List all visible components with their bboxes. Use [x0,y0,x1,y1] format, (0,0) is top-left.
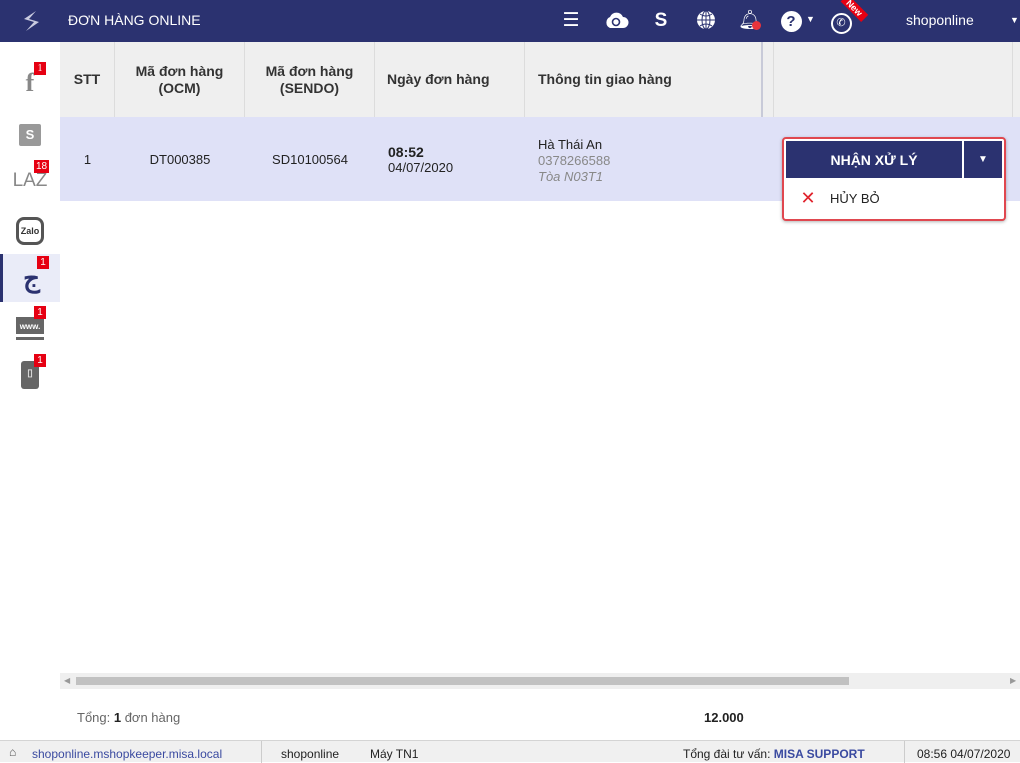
machine-name: Máy TN1 [370,747,419,761]
phone-support-icon[interactable]: ✆ [829,9,853,34]
column-header-sendo: Mã đơn hàng (SENDO) [245,42,375,117]
sidebar-item-facebook[interactable]: f1 [0,60,60,106]
table-header: STT Mã đơn hàng (OCM) Mã đơn hàng (SENDO… [60,42,1020,117]
column-header-date: Ngày đơn hàng [375,42,525,117]
shop-name: shoponline [281,747,340,761]
sidebar-item-zalo[interactable]: Zalo [0,208,60,254]
cancel-order-menu-item[interactable]: ✕ HỦY BỎ [786,180,1002,216]
status-bar: ⌂ shoponline.mshopkeeper.misa.local shop… [0,740,1020,763]
order-total-amount: 12.000 [704,710,744,725]
caret-down-icon: ▼ [978,154,988,165]
customer-address: Tòa N03T1 [538,169,604,184]
customer-phone: 0378266588 [538,153,611,168]
help-icon[interactable]: ? [779,9,803,33]
shopee-bag-icon: S [19,124,41,146]
notification-bell-icon[interactable]: 🔔︎ [738,9,762,33]
sidebar-item-website[interactable]: www. 1 [0,304,60,350]
cloud-sync-icon[interactable] [603,10,629,30]
column-header-actions [773,42,1013,117]
scrollbar-thumb[interactable] [76,677,849,685]
hotline: Tổng đài tư vấn: MISA SUPPORT [683,747,865,761]
home-icon[interactable]: ⌂ [9,745,16,759]
scroll-left-icon[interactable]: ◀ [64,676,70,685]
customer-name: Hà Thái An [538,137,603,152]
globe-icon[interactable] [695,9,717,31]
cell-sendo: SD10100564 [272,151,348,167]
sidebar-item-shopee[interactable]: S [0,112,60,158]
lazada-icon: LAZ [12,170,48,191]
help-dropdown-icon[interactable]: ▼ [806,14,815,24]
menu-icon[interactable]: ☰ [559,9,583,33]
shop-s-icon[interactable]: S [649,9,673,33]
scroll-right-icon[interactable]: ▶ [1010,676,1016,685]
close-icon: ✕ [800,187,816,208]
order-time: 08:52 [388,143,424,160]
website-laptop-icon: www. [16,317,44,337]
server-url-link[interactable]: shoponline.mshopkeeper.misa.local [32,747,222,761]
channel-sidebar: f1 S LAZ 18 Zalo ج1 www. 1 ▯ 1 [0,42,60,740]
order-total-count: Tổng: 1 đơn hàng [77,710,181,725]
accept-order-button[interactable]: NHẬN XỬ LÝ [786,141,962,178]
sidebar-item-lazada[interactable]: LAZ 18 [0,158,60,204]
app-header: ĐƠN HÀNG ONLINE ☰ S 🔔︎ ? ▼ ✆ New shoponl… [0,0,1020,42]
sidebar-item-mobile[interactable]: ▯ 1 [0,352,60,398]
cell-ocm: DT000385 [149,151,211,167]
app-title: ĐƠN HÀNG ONLINE [68,12,201,28]
action-dropdown-toggle[interactable]: ▼ [964,141,1002,178]
order-date: 04/07/2020 [388,159,454,175]
sidebar-item-sendo[interactable]: ج1 [0,254,60,302]
user-name[interactable]: shoponline [906,12,974,28]
user-dropdown-icon[interactable]: ▼ [1010,15,1019,25]
current-datetime: 08:56 04/07/2020 [917,747,1011,761]
column-header-ocm: Mã đơn hàng (OCM) [115,42,245,117]
cell-stt: 1 [83,151,92,167]
column-header-shipping: Thông tin giao hàng [525,42,763,117]
column-header-stt: STT [60,42,115,117]
app-logo-icon [24,11,39,31]
action-split-button: NHẬN XỬ LÝ ▼ ✕ HỦY BỎ [782,137,1006,221]
zalo-icon: Zalo [16,217,44,245]
horizontal-scrollbar[interactable]: ◀ ▶ [60,673,1020,689]
